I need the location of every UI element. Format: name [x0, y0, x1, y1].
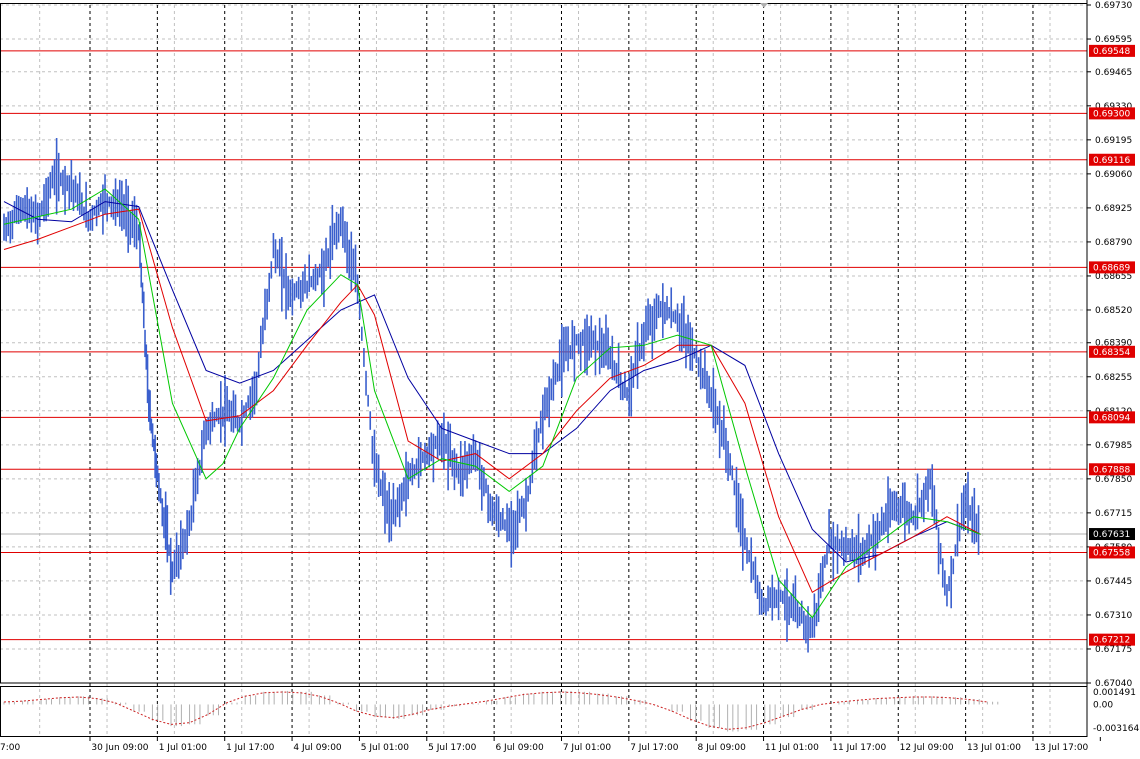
time-label: 1 Jul 17:00	[226, 743, 275, 753]
osc-tick-label: -0.003164	[1093, 724, 1139, 734]
time-label: 13 Jul 01:00	[967, 743, 1021, 753]
level-label: 0.67558	[1093, 548, 1130, 558]
osc-tick-label: 0.001491	[1093, 688, 1136, 698]
price-tick-label: 0.69465	[1095, 68, 1132, 78]
time-label: 5 Jul 01:00	[361, 743, 410, 753]
time-label: 5 Jul 17:00	[428, 743, 477, 753]
forex-chart[interactable]: 0.697300.695950.694650.693300.691950.690…	[0, 0, 1140, 759]
level-label: 0.69548	[1093, 47, 1130, 57]
current-price-label: 0.67631	[1093, 530, 1130, 540]
price-tick-label: 0.67985	[1095, 441, 1132, 451]
price-tick-label: 0.68790	[1095, 238, 1132, 248]
time-label: 4 Jul 09:00	[293, 743, 342, 753]
time-label: 12 Jul 09:00	[900, 743, 954, 753]
time-label: 7:00	[0, 743, 20, 753]
price-tick-label: 0.67850	[1095, 475, 1132, 485]
level-label: 0.68094	[1093, 413, 1130, 423]
level-label: 0.69116	[1093, 156, 1130, 166]
time-label: 7 Jul 17:00	[630, 743, 679, 753]
price-tick-label: 0.68655	[1095, 272, 1132, 282]
level-label: 0.68689	[1093, 263, 1130, 273]
price-tick-label: 0.68520	[1095, 306, 1132, 316]
price-tick-label: 0.67445	[1095, 577, 1132, 587]
level-label: 0.67212	[1093, 636, 1130, 646]
price-tick-label: 0.69195	[1095, 136, 1132, 146]
level-label: 0.69300	[1093, 109, 1130, 119]
time-label: 11 Jul 17:00	[832, 743, 886, 753]
time-label: 6 Jul 09:00	[495, 743, 544, 753]
price-tick-label: 0.68925	[1095, 204, 1132, 214]
level-label: 0.67888	[1093, 465, 1130, 475]
level-label: 0.68354	[1093, 348, 1130, 358]
price-tick-label: 0.67310	[1095, 611, 1132, 621]
time-label: 30 Jun 09:00	[91, 743, 148, 753]
price-tick-label: 0.69060	[1095, 170, 1132, 180]
time-label: 7 Jul 01:00	[563, 743, 612, 753]
time-label: 1 Jul 01:00	[159, 743, 208, 753]
price-tick-label: 0.68255	[1095, 373, 1132, 383]
time-label: 11 Jul 01:00	[765, 743, 819, 753]
price-tick-label: 0.69595	[1095, 35, 1132, 45]
time-label: 13 Jul 17:00	[1034, 743, 1088, 753]
time-label: 8 Jul 09:00	[698, 743, 747, 753]
price-tick-label: 0.67715	[1095, 509, 1132, 519]
price-tick-label: 0.69730	[1095, 1, 1132, 11]
price-tick-label: 0.67175	[1095, 645, 1132, 655]
osc-tick-label: 0.00	[1093, 700, 1113, 710]
